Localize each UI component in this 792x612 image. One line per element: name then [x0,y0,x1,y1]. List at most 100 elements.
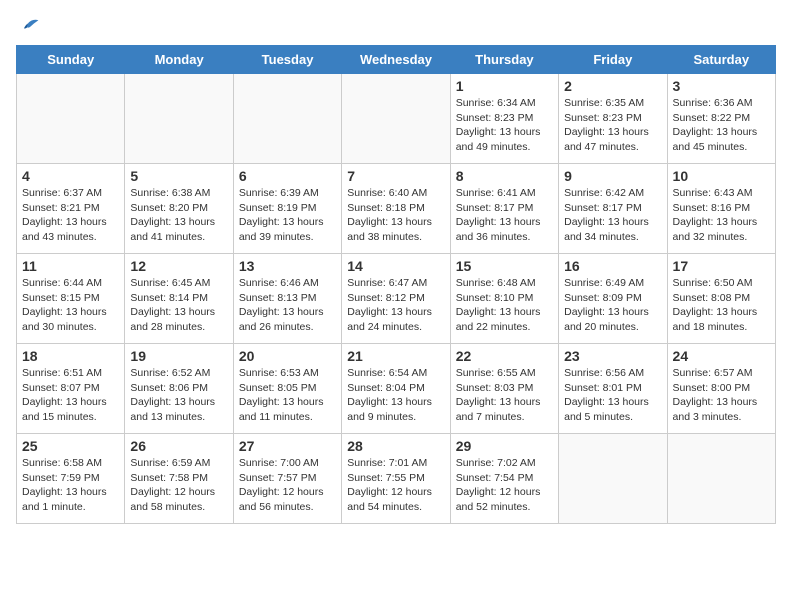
day-number: 25 [22,438,119,454]
day-number: 29 [456,438,553,454]
calendar-table: SundayMondayTuesdayWednesdayThursdayFrid… [16,45,776,524]
calendar-cell [17,74,125,164]
day-info: Sunrise: 7:01 AM Sunset: 7:55 PM Dayligh… [347,456,444,515]
day-info: Sunrise: 6:49 AM Sunset: 8:09 PM Dayligh… [564,276,661,335]
calendar-cell: 2 Sunrise: 6:35 AM Sunset: 8:23 PM Daylig… [559,74,667,164]
calendar-cell: 21 Sunrise: 6:54 AM Sunset: 8:04 PM Dayli… [342,344,450,434]
day-number: 20 [239,348,336,364]
day-info: Sunrise: 6:38 AM Sunset: 8:20 PM Dayligh… [130,186,227,245]
calendar-cell: 24 Sunrise: 6:57 AM Sunset: 8:00 PM Dayli… [667,344,775,434]
calendar-cell: 4 Sunrise: 6:37 AM Sunset: 8:21 PM Daylig… [17,164,125,254]
weekday-header-tuesday: Tuesday [233,46,341,74]
weekday-header-monday: Monday [125,46,233,74]
day-number: 17 [673,258,770,274]
calendar-cell: 11 Sunrise: 6:44 AM Sunset: 8:15 PM Dayli… [17,254,125,344]
calendar-cell [342,74,450,164]
calendar-cell [233,74,341,164]
day-info: Sunrise: 6:41 AM Sunset: 8:17 PM Dayligh… [456,186,553,245]
day-info: Sunrise: 6:58 AM Sunset: 7:59 PM Dayligh… [22,456,119,515]
header [16,16,776,37]
day-info: Sunrise: 6:45 AM Sunset: 8:14 PM Dayligh… [130,276,227,335]
calendar-cell: 6 Sunrise: 6:39 AM Sunset: 8:19 PM Daylig… [233,164,341,254]
day-info: Sunrise: 6:36 AM Sunset: 8:22 PM Dayligh… [673,96,770,155]
weekday-header-wednesday: Wednesday [342,46,450,74]
day-info: Sunrise: 6:43 AM Sunset: 8:16 PM Dayligh… [673,186,770,245]
day-number: 28 [347,438,444,454]
day-number: 2 [564,78,661,94]
calendar-cell: 28 Sunrise: 7:01 AM Sunset: 7:55 PM Dayli… [342,434,450,524]
calendar-cell [559,434,667,524]
logo-bird-icon [16,17,40,37]
day-info: Sunrise: 6:54 AM Sunset: 8:04 PM Dayligh… [347,366,444,425]
day-number: 18 [22,348,119,364]
day-info: Sunrise: 6:50 AM Sunset: 8:08 PM Dayligh… [673,276,770,335]
day-info: Sunrise: 6:52 AM Sunset: 8:06 PM Dayligh… [130,366,227,425]
calendar-cell: 10 Sunrise: 6:43 AM Sunset: 8:16 PM Dayli… [667,164,775,254]
calendar-cell: 5 Sunrise: 6:38 AM Sunset: 8:20 PM Daylig… [125,164,233,254]
calendar-cell: 16 Sunrise: 6:49 AM Sunset: 8:09 PM Dayli… [559,254,667,344]
calendar-cell: 7 Sunrise: 6:40 AM Sunset: 8:18 PM Daylig… [342,164,450,254]
day-info: Sunrise: 6:35 AM Sunset: 8:23 PM Dayligh… [564,96,661,155]
day-number: 16 [564,258,661,274]
day-number: 22 [456,348,553,364]
weekday-header-thursday: Thursday [450,46,558,74]
calendar-cell: 13 Sunrise: 6:46 AM Sunset: 8:13 PM Dayli… [233,254,341,344]
day-number: 6 [239,168,336,184]
day-number: 10 [673,168,770,184]
calendar-cell: 3 Sunrise: 6:36 AM Sunset: 8:22 PM Daylig… [667,74,775,164]
calendar-cell: 27 Sunrise: 7:00 AM Sunset: 7:57 PM Dayli… [233,434,341,524]
day-number: 11 [22,258,119,274]
day-number: 9 [564,168,661,184]
day-number: 7 [347,168,444,184]
calendar-cell: 1Sunrise: 6:34 AM Sunset: 8:23 PM Daylig… [450,74,558,164]
day-info: Sunrise: 6:59 AM Sunset: 7:58 PM Dayligh… [130,456,227,515]
logo [16,16,44,37]
day-info: Sunrise: 6:47 AM Sunset: 8:12 PM Dayligh… [347,276,444,335]
calendar-cell: 22 Sunrise: 6:55 AM Sunset: 8:03 PM Dayli… [450,344,558,434]
calendar-cell: 29 Sunrise: 7:02 AM Sunset: 7:54 PM Dayli… [450,434,558,524]
day-info: Sunrise: 6:37 AM Sunset: 8:21 PM Dayligh… [22,186,119,245]
day-info: Sunrise: 6:56 AM Sunset: 8:01 PM Dayligh… [564,366,661,425]
day-info: Sunrise: 6:42 AM Sunset: 8:17 PM Dayligh… [564,186,661,245]
calendar-cell: 8 Sunrise: 6:41 AM Sunset: 8:17 PM Daylig… [450,164,558,254]
day-number: 13 [239,258,336,274]
calendar-cell: 25 Sunrise: 6:58 AM Sunset: 7:59 PM Dayli… [17,434,125,524]
day-info: Sunrise: 6:48 AM Sunset: 8:10 PM Dayligh… [456,276,553,335]
day-number: 1 [456,78,553,94]
day-number: 4 [22,168,119,184]
day-number: 3 [673,78,770,94]
calendar-cell: 19 Sunrise: 6:52 AM Sunset: 8:06 PM Dayli… [125,344,233,434]
day-info: Sunrise: 6:53 AM Sunset: 8:05 PM Dayligh… [239,366,336,425]
day-info: Sunrise: 6:39 AM Sunset: 8:19 PM Dayligh… [239,186,336,245]
calendar-cell: 18 Sunrise: 6:51 AM Sunset: 8:07 PM Dayli… [17,344,125,434]
calendar-cell: 12 Sunrise: 6:45 AM Sunset: 8:14 PM Dayli… [125,254,233,344]
calendar-cell [125,74,233,164]
weekday-header-saturday: Saturday [667,46,775,74]
day-number: 26 [130,438,227,454]
day-info: Sunrise: 7:02 AM Sunset: 7:54 PM Dayligh… [456,456,553,515]
day-info: Sunrise: 6:57 AM Sunset: 8:00 PM Dayligh… [673,366,770,425]
day-number: 15 [456,258,553,274]
day-number: 23 [564,348,661,364]
calendar-cell: 15 Sunrise: 6:48 AM Sunset: 8:10 PM Dayli… [450,254,558,344]
day-number: 8 [456,168,553,184]
day-number: 21 [347,348,444,364]
day-info: Sunrise: 6:44 AM Sunset: 8:15 PM Dayligh… [22,276,119,335]
day-number: 24 [673,348,770,364]
day-info: Sunrise: 6:51 AM Sunset: 8:07 PM Dayligh… [22,366,119,425]
day-info: Sunrise: 6:46 AM Sunset: 8:13 PM Dayligh… [239,276,336,335]
calendar-cell [667,434,775,524]
calendar-cell: 23 Sunrise: 6:56 AM Sunset: 8:01 PM Dayli… [559,344,667,434]
weekday-header-friday: Friday [559,46,667,74]
calendar-cell: 9 Sunrise: 6:42 AM Sunset: 8:17 PM Daylig… [559,164,667,254]
day-number: 27 [239,438,336,454]
day-number: 5 [130,168,227,184]
day-number: 19 [130,348,227,364]
calendar-cell: 26 Sunrise: 6:59 AM Sunset: 7:58 PM Dayli… [125,434,233,524]
calendar-cell: 20 Sunrise: 6:53 AM Sunset: 8:05 PM Dayli… [233,344,341,434]
day-number: 12 [130,258,227,274]
day-info: Sunrise: 7:00 AM Sunset: 7:57 PM Dayligh… [239,456,336,515]
calendar-cell: 14Sunrise: 6:47 AM Sunset: 8:12 PM Dayli… [342,254,450,344]
day-info: Sunrise: 6:55 AM Sunset: 8:03 PM Dayligh… [456,366,553,425]
day-info: Sunrise: 6:40 AM Sunset: 8:18 PM Dayligh… [347,186,444,245]
